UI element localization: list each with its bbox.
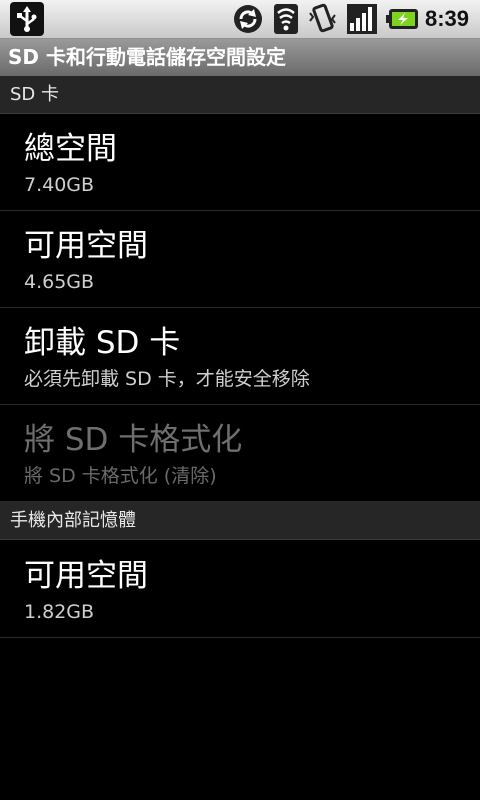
pref-title: 可用空間: [24, 558, 148, 594]
usb-debug-icon: [10, 2, 44, 36]
pref-unmount-sd-card[interactable]: 卸載 SD 卡 必須先卸載 SD 卡，才能安全移除: [0, 308, 480, 405]
pref-total-space[interactable]: 總空間 7.40GB: [0, 114, 480, 211]
status-bar: 8:39: [0, 0, 480, 39]
section-header-sd-card: SD 卡: [0, 76, 480, 114]
sync-icon: [232, 3, 264, 35]
title-bar: SD 卡和行動電話儲存空間設定: [0, 39, 480, 76]
section-header-label: SD 卡: [10, 84, 60, 105]
signal-icon: [346, 3, 378, 35]
pref-title: 可用空間: [24, 228, 148, 264]
pref-summary: 7.40GB: [24, 174, 95, 196]
pref-title: 總空間: [24, 131, 117, 167]
pref-internal-available-space[interactable]: 可用空間 1.82GB: [0, 541, 480, 638]
battery-charging-icon: [385, 8, 419, 30]
pref-title: 卸載 SD 卡: [24, 325, 181, 361]
pref-available-space[interactable]: 可用空間 4.65GB: [0, 211, 480, 308]
pref-summary: 1.82GB: [24, 601, 95, 623]
pref-summary: 將 SD 卡格式化 (清除): [24, 465, 217, 487]
pref-summary: 4.65GB: [24, 271, 95, 293]
vibrate-icon: [306, 3, 340, 35]
page-title: SD 卡和行動電話儲存空間設定: [8, 45, 286, 69]
pref-format-sd-card: 將 SD 卡格式化 將 SD 卡格式化 (清除): [0, 405, 480, 502]
section-header-internal-storage: 手機內部記憶體: [0, 502, 480, 540]
pref-summary: 必須先卸載 SD 卡，才能安全移除: [24, 368, 310, 390]
section-header-label: 手機內部記憶體: [10, 510, 136, 531]
wifi-icon: [272, 3, 300, 35]
status-clock: 8:39: [425, 6, 470, 31]
pref-title: 將 SD 卡格式化: [24, 422, 243, 458]
